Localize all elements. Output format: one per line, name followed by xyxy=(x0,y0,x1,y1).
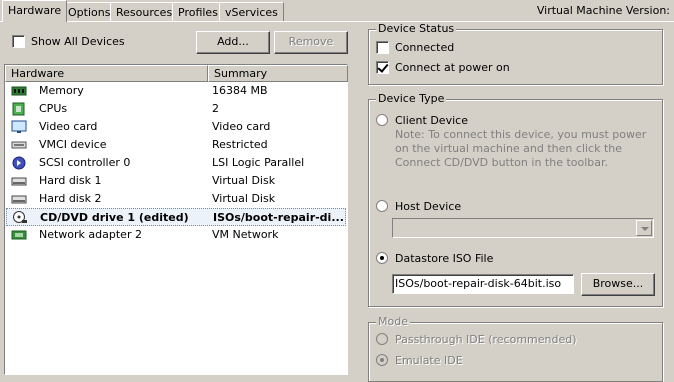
show-all-devices-checkbox[interactable] xyxy=(12,35,25,48)
list-item-summary: LSI Logic Parallel xyxy=(212,156,305,169)
list-item[interactable]: SCSI controller 0 LSI Logic Parallel xyxy=(6,154,346,172)
vm-version-label: Virtual Machine Version: xyxy=(536,4,670,17)
list-item[interactable]: Memory 16384 MB xyxy=(6,82,346,100)
client-device-label: Client Device xyxy=(395,114,468,127)
list-item[interactable]: Video card Video card xyxy=(6,118,346,136)
list-item-summary: VM Network xyxy=(212,228,279,241)
connected-label: Connected xyxy=(395,41,455,54)
datastore-iso-radio[interactable] xyxy=(376,252,388,264)
column-header-summary[interactable]: Summary xyxy=(208,65,348,82)
scsi-controller-icon xyxy=(11,156,27,170)
hardware-list[interactable]: Hardware Summary Memory 16384 MB CPUs 2 … xyxy=(4,64,348,375)
tab-label: vServices xyxy=(225,6,278,19)
list-item[interactable]: CPUs 2 xyxy=(6,100,346,118)
vmci-device-icon xyxy=(11,138,27,152)
datastore-iso-label: Datastore ISO File xyxy=(395,252,494,265)
list-item-hardware: CD/DVD drive 1 (edited) xyxy=(40,211,189,224)
list-item[interactable]: Network adapter 2 VM Network xyxy=(6,226,346,244)
column-header-hardware[interactable]: Hardware xyxy=(5,65,208,82)
list-item-summary: 2 xyxy=(212,102,219,115)
emulate-ide-radio[interactable] xyxy=(376,354,388,366)
device-status-group xyxy=(368,29,663,85)
chevron-down-icon[interactable] xyxy=(636,220,652,236)
list-item[interactable]: Hard disk 2 Virtual Disk xyxy=(6,190,346,208)
tab-strip-line xyxy=(0,21,674,22)
tab-profiles[interactable]: Profiles xyxy=(172,2,224,21)
list-item-summary: ISOs/boot-repair-di... xyxy=(213,211,344,224)
list-item-summary: Virtual Disk xyxy=(212,192,276,205)
host-device-select[interactable] xyxy=(392,218,654,238)
browse-button[interactable]: Browse... xyxy=(581,273,655,296)
list-item[interactable]: Hard disk 1 Virtual Disk xyxy=(6,172,346,190)
device-type-title: Device Type xyxy=(376,92,447,105)
client-device-radio[interactable] xyxy=(376,114,388,126)
list-item-hardware: VMCI device xyxy=(39,138,107,151)
connect-at-power-on-label: Connect at power on xyxy=(395,61,510,74)
emulate-ide-label: Emulate IDE xyxy=(395,354,463,367)
monitor-icon xyxy=(11,120,27,134)
list-item-summary: Restricted xyxy=(212,138,268,151)
tab-vservices[interactable]: vServices xyxy=(219,2,284,21)
cpu-icon xyxy=(11,102,27,116)
list-item[interactable]: CD/DVD drive 1 (edited) ISOs/boot-repair… xyxy=(6,208,346,226)
list-item-summary: Video card xyxy=(212,120,271,133)
list-item-hardware: SCSI controller 0 xyxy=(39,156,131,169)
hard-disk-icon xyxy=(11,174,27,188)
connected-checkbox[interactable] xyxy=(376,41,389,54)
client-device-note: Note: To connect this device, you must p… xyxy=(395,128,647,169)
passthrough-ide-label: Passthrough IDE (recommended) xyxy=(395,333,577,346)
mode-group xyxy=(368,322,663,382)
tab-label: Hardware xyxy=(8,4,62,17)
device-status-title: Device Status xyxy=(376,22,457,35)
tab-label: Profiles xyxy=(178,6,218,19)
list-item-hardware: Memory xyxy=(39,84,84,97)
list-item-hardware: Network adapter 2 xyxy=(39,228,142,241)
tab-options[interactable]: Options xyxy=(62,2,117,21)
cd-dvd-icon xyxy=(12,210,28,224)
list-item-hardware: Hard disk 1 xyxy=(39,174,102,187)
datastore-iso-path-field[interactable]: ISOs/boot-repair-disk-64bit.iso xyxy=(392,274,574,294)
tab-hardware[interactable]: Hardware xyxy=(2,0,68,22)
remove-button[interactable]: Remove xyxy=(274,31,348,54)
add-button[interactable]: Add... xyxy=(196,31,270,54)
list-item-summary: Virtual Disk xyxy=(212,174,276,187)
network-adapter-icon xyxy=(11,228,27,242)
list-item[interactable]: VMCI device Restricted xyxy=(6,136,346,154)
hard-disk-icon xyxy=(11,192,27,206)
tab-resources[interactable]: Resources xyxy=(110,2,179,21)
connect-at-power-on-checkbox[interactable] xyxy=(376,61,389,74)
tab-label: Resources xyxy=(116,6,173,19)
tab-label: Options xyxy=(68,6,111,19)
host-device-radio[interactable] xyxy=(376,200,388,212)
host-device-label: Host Device xyxy=(395,200,462,213)
list-item-hardware: CPUs xyxy=(39,102,68,115)
passthrough-ide-radio[interactable] xyxy=(376,333,388,345)
list-item-hardware: Hard disk 2 xyxy=(39,192,102,205)
memory-icon xyxy=(11,84,27,98)
mode-title: Mode xyxy=(376,315,410,328)
list-item-hardware: Video card xyxy=(39,120,98,133)
show-all-devices-label: Show All Devices xyxy=(31,35,125,48)
list-item-summary: 16384 MB xyxy=(212,84,268,97)
